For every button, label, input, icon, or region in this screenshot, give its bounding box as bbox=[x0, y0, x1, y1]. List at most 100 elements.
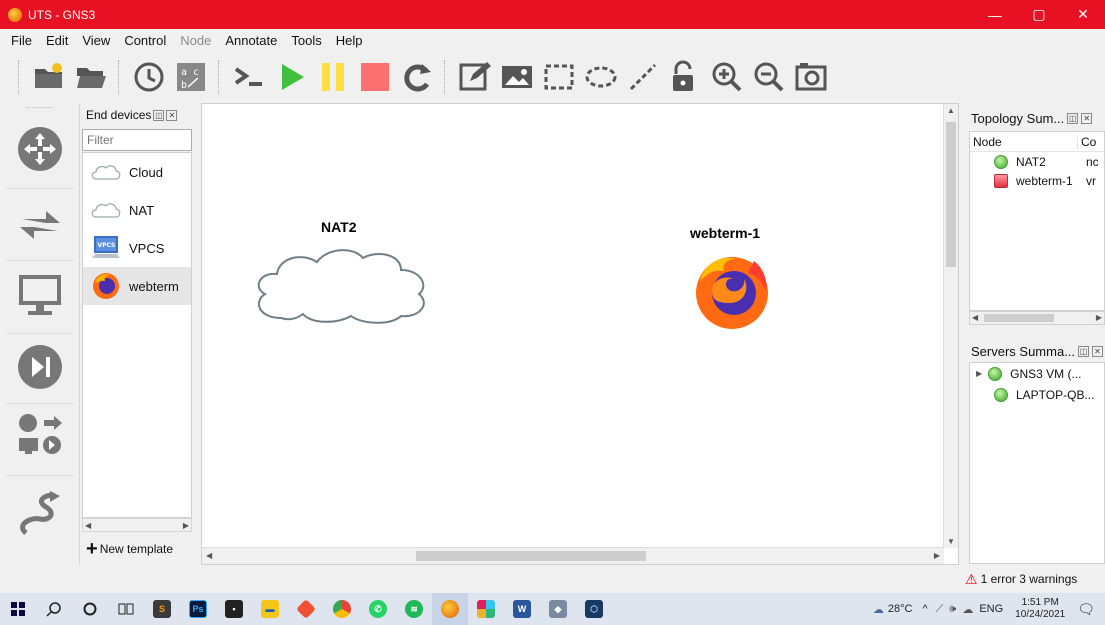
slack-icon[interactable] bbox=[468, 593, 504, 625]
whatsapp-icon[interactable]: ✆ bbox=[360, 593, 396, 625]
node-label-webterm-1[interactable]: webterm-1 bbox=[690, 225, 760, 241]
routers-icon[interactable] bbox=[14, 123, 66, 175]
table-row[interactable]: webterm-1 vr bbox=[970, 171, 1104, 190]
app-icon[interactable]: ◆ bbox=[540, 593, 576, 625]
server-status-icon bbox=[994, 387, 1008, 402]
suspend-all-icon[interactable] bbox=[312, 56, 354, 98]
reload-all-icon[interactable] bbox=[396, 56, 438, 98]
menu-edit[interactable]: Edit bbox=[39, 33, 75, 48]
topology-summary-scrollbar[interactable]: ◀ ▶ bbox=[969, 311, 1105, 325]
chrome-icon[interactable] bbox=[324, 593, 360, 625]
minimize-button[interactable]: — bbox=[973, 0, 1017, 29]
node-name: NAT2 bbox=[1016, 154, 1046, 169]
float-panel-icon[interactable]: ◫ bbox=[1067, 112, 1079, 124]
lock-unlock-icon[interactable] bbox=[664, 56, 706, 98]
spotify-icon[interactable]: ≋ bbox=[396, 593, 432, 625]
security-devices-icon[interactable] bbox=[14, 341, 66, 393]
onedrive-icon[interactable]: ☁ bbox=[962, 603, 973, 616]
template-filter-input[interactable] bbox=[82, 129, 192, 151]
sublime-icon[interactable]: S bbox=[144, 593, 180, 625]
server-name: LAPTOP-QB... bbox=[1016, 387, 1095, 402]
menu-node[interactable]: Node bbox=[173, 33, 218, 48]
cloud-icon bbox=[89, 157, 123, 187]
nat-icon bbox=[89, 195, 123, 225]
screenshot-icon[interactable] bbox=[790, 56, 832, 98]
template-item-cloud[interactable]: Cloud bbox=[83, 153, 191, 191]
close-panel-icon[interactable]: ✕ bbox=[1092, 345, 1104, 357]
template-item-vpcs[interactable]: VPCS VPCS bbox=[83, 229, 191, 267]
template-list-scrollbar[interactable]: ◀ ▶ bbox=[82, 518, 192, 532]
table-row[interactable]: NAT2 nc bbox=[970, 152, 1104, 171]
volume-icon[interactable]: 🕪 bbox=[949, 603, 956, 616]
menu-control[interactable]: Control bbox=[117, 33, 173, 48]
new-project-icon[interactable] bbox=[28, 56, 70, 98]
canvas-horizontal-scrollbar[interactable]: ◀ ▶ bbox=[202, 547, 944, 564]
add-note-icon[interactable] bbox=[454, 56, 496, 98]
snapshot-icon[interactable] bbox=[128, 56, 170, 98]
toolbar-grip bbox=[18, 60, 22, 94]
start-all-icon[interactable] bbox=[270, 56, 312, 98]
restore-button[interactable]: ▢ bbox=[1017, 0, 1061, 29]
close-button[interactable]: ✕ bbox=[1061, 0, 1105, 29]
canvas-vertical-scrollbar[interactable]: ▲ ▼ bbox=[943, 104, 958, 548]
new-template-label: New template bbox=[99, 542, 174, 556]
template-item-nat[interactable]: NAT bbox=[83, 191, 191, 229]
store-icon[interactable]: ▪ bbox=[216, 593, 252, 625]
canvas-vscroll-thumb[interactable] bbox=[946, 122, 956, 267]
photoshop-icon[interactable]: Ps bbox=[180, 593, 216, 625]
tray-chevron-icon[interactable]: ^ bbox=[923, 603, 928, 615]
draw-ellipse-icon[interactable] bbox=[580, 56, 622, 98]
close-panel-icon[interactable]: ✕ bbox=[166, 109, 178, 121]
draw-line-icon[interactable] bbox=[622, 56, 664, 98]
weather-temp[interactable]: 28°C bbox=[888, 603, 913, 615]
input-language[interactable]: ENG bbox=[979, 603, 1003, 615]
cloud-icon[interactable] bbox=[251, 242, 431, 327]
status-message[interactable]: 1 error 3 warnings bbox=[981, 572, 1078, 586]
show-interface-labels-icon[interactable]: acb bbox=[170, 56, 212, 98]
add-link-icon[interactable] bbox=[14, 487, 66, 539]
column-header-console[interactable]: Co bbox=[1078, 135, 1096, 149]
all-devices-icon[interactable] bbox=[14, 409, 66, 461]
file-explorer-icon[interactable]: ▬ bbox=[252, 593, 288, 625]
menu-file[interactable]: File bbox=[4, 33, 39, 48]
word-icon[interactable]: W bbox=[504, 593, 540, 625]
column-header-node[interactable]: Node bbox=[970, 134, 1078, 149]
cortana-icon[interactable] bbox=[72, 593, 108, 625]
float-panel-icon[interactable]: ◫ bbox=[153, 109, 165, 121]
template-item-webterm[interactable]: webterm bbox=[83, 267, 191, 305]
virtualbox-icon[interactable]: ⬡ bbox=[576, 593, 612, 625]
open-project-icon[interactable] bbox=[70, 56, 112, 98]
gns3-icon[interactable] bbox=[432, 593, 468, 625]
topology-canvas[interactable]: NAT2 webterm-1 bbox=[202, 104, 944, 548]
notifications-icon[interactable]: 🗨 bbox=[1077, 601, 1095, 618]
server-item[interactable]: ▶ GNS3 VM (... bbox=[970, 363, 1104, 384]
expand-arrow-icon[interactable]: ▶ bbox=[976, 369, 982, 378]
end-devices-icon[interactable] bbox=[14, 269, 66, 321]
clock[interactable]: 1:51 PM 10/24/2021 bbox=[1015, 597, 1065, 621]
draw-rectangle-icon[interactable] bbox=[538, 56, 580, 98]
search-icon[interactable] bbox=[36, 593, 72, 625]
node-label-nat2[interactable]: NAT2 bbox=[321, 219, 357, 235]
git-icon[interactable] bbox=[288, 593, 324, 625]
close-panel-icon[interactable]: ✕ bbox=[1081, 112, 1093, 124]
stop-all-icon[interactable] bbox=[354, 56, 396, 98]
task-view-icon[interactable] bbox=[108, 593, 144, 625]
console-all-icon[interactable] bbox=[228, 56, 270, 98]
new-template-button[interactable]: + New template bbox=[86, 538, 173, 560]
network-icon[interactable]: ⟋ bbox=[936, 603, 944, 616]
menu-view[interactable]: View bbox=[75, 33, 117, 48]
topology-summary-columns: Node Co bbox=[970, 132, 1104, 152]
menu-help[interactable]: Help bbox=[329, 33, 370, 48]
float-panel-icon[interactable]: ◫ bbox=[1078, 345, 1090, 357]
switches-icon[interactable] bbox=[14, 199, 66, 251]
server-item[interactable]: LAPTOP-QB... bbox=[970, 384, 1104, 405]
insert-picture-icon[interactable] bbox=[496, 56, 538, 98]
zoom-in-icon[interactable] bbox=[706, 56, 748, 98]
firefox-icon[interactable] bbox=[692, 251, 772, 334]
canvas-hscroll-thumb[interactable] bbox=[416, 551, 646, 561]
menu-tools[interactable]: Tools bbox=[284, 33, 328, 48]
windows-start-icon[interactable] bbox=[0, 593, 36, 625]
window-title: UTS - GNS3 bbox=[28, 7, 96, 22]
menu-annotate[interactable]: Annotate bbox=[218, 33, 284, 48]
zoom-out-icon[interactable] bbox=[748, 56, 790, 98]
